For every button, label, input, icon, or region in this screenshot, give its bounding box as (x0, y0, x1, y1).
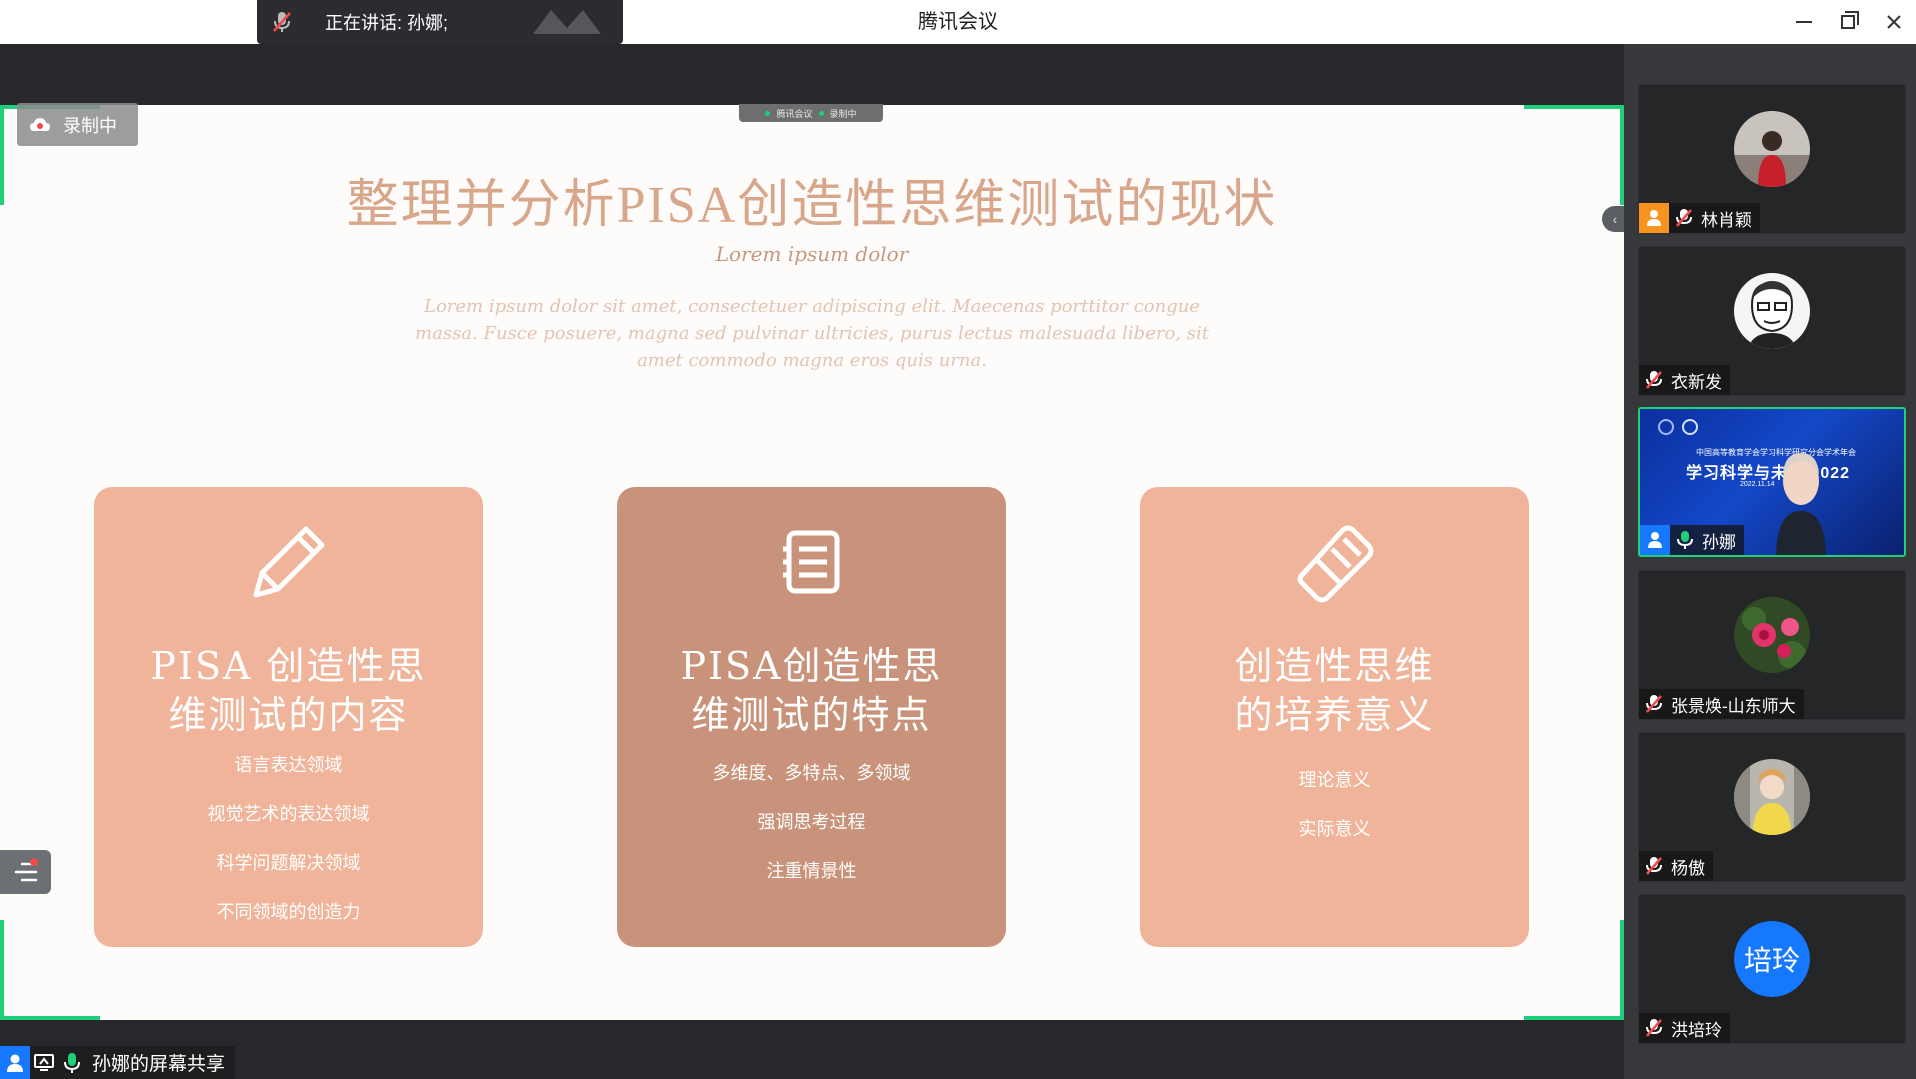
mic-active-icon (58, 1052, 86, 1074)
minimize-button[interactable] (1782, 0, 1826, 44)
meeting-window: 腾讯会议 正在讲话: 孙娜; 腾讯会议 录制中 录制中 整理并分析PISA创造性… (0, 0, 1916, 1079)
avatar (1734, 273, 1810, 349)
participant-namebar: 杨傲 (1639, 851, 1713, 881)
emblem-icon (1658, 419, 1674, 435)
card-item: 语言表达领域 (234, 755, 343, 776)
minimize-icon (1796, 21, 1812, 23)
close-button[interactable] (1872, 0, 1916, 44)
card-item: 理论意义 (1298, 770, 1371, 791)
eraser-icon (1290, 517, 1380, 607)
host-icon (1639, 203, 1669, 233)
status-dot-icon (765, 110, 771, 116)
status-dot-icon (818, 110, 824, 116)
participant-name: 杨傲 (1671, 858, 1705, 878)
slide-subtitle: Lorem ipsum dolor (715, 242, 909, 266)
mini-bar-rec: 录制中 (829, 108, 857, 119)
notification-dot (30, 858, 38, 866)
content-card: 创造性思维 的培养意义 理论意义 实际意义 (1140, 487, 1529, 947)
recording-badge[interactable]: 录制中 (17, 103, 138, 146)
speaker-video-person (1776, 453, 1826, 555)
participant-name: 林肖颖 (1701, 210, 1752, 230)
content-card: PISA创造性思 维测试的特点 多维度、多特点、多领域 强调思考过程 注重情景性 (617, 487, 1006, 947)
card-item-list: 理论意义 实际意义 (1160, 756, 1509, 854)
muted-mic-icon (257, 0, 307, 44)
card-title-line: 维测试的内容 (168, 693, 409, 737)
participant-tile-active-speaker[interactable]: 中国高等教育学会学习科学研究分会学术年会 学习科学与未来 2022 2022.1… (1638, 407, 1906, 557)
cloud-record-icon (17, 117, 63, 133)
card-item: 科学问题解决领域 (216, 853, 361, 874)
card-item: 注重情景性 (766, 861, 857, 882)
muted-mic-icon (1639, 856, 1669, 876)
card-item: 强调思考过程 (757, 812, 866, 833)
participant-namebar: 孙娜 (1640, 525, 1744, 555)
card-title: PISA创造性思 维测试的特点 (657, 642, 966, 740)
muted-mic-icon (1639, 1018, 1669, 1038)
participants-panel: 林肖颖 衣新发 中国高等教育学会学习科学研究分会学术年会 学习科学与未来 202… (1624, 44, 1916, 1079)
card-title: PISA 创造性思 维测试的内容 (134, 642, 443, 740)
participant-namebar: 林肖颖 (1639, 203, 1760, 233)
screen-share-label-bar: 孙娜的屏幕共享 (0, 1046, 236, 1079)
muted-mic-icon (1639, 694, 1669, 714)
card-title-line: 创造性思维 (1234, 644, 1435, 688)
speaking-label: 正在讲话: 孙娜; (325, 13, 449, 33)
card-title-line: PISA 创造性思 (150, 644, 427, 688)
tencent-meeting-logo-icon (533, 10, 601, 34)
user-icon (0, 1046, 30, 1079)
card-item: 实际意义 (1298, 819, 1371, 840)
toolbar-toggle-button[interactable] (0, 850, 51, 894)
card-item-list: 多维度、多特点、多领域 强调思考过程 注重情景性 (637, 749, 986, 896)
card-item: 视觉艺术的表达领域 (207, 804, 370, 825)
emblem-icon (1682, 419, 1698, 435)
participant-name: 张景焕-山东师大 (1671, 696, 1796, 716)
participant-tile[interactable]: 林肖颖 (1638, 84, 1906, 234)
avatar: 培玲 (1734, 921, 1810, 997)
shared-window-mini-bar: 腾讯会议 录制中 (739, 104, 883, 122)
participant-name: 孙娜 (1702, 532, 1736, 552)
close-icon (1887, 15, 1901, 29)
participant-namebar: 洪培玲 (1639, 1013, 1730, 1043)
document-list-icon (767, 517, 857, 607)
muted-mic-icon (1639, 370, 1669, 390)
mini-bar-app: 腾讯会议 (776, 108, 813, 119)
recording-label: 录制中 (63, 115, 117, 136)
participant-name: 洪培玲 (1671, 1020, 1722, 1040)
host-icon (1640, 525, 1670, 555)
restore-icon (1841, 11, 1859, 29)
pencil-icon (244, 517, 334, 607)
card-item: 多维度、多特点、多领域 (712, 763, 911, 784)
restore-button[interactable] (1826, 0, 1870, 44)
participant-name: 衣新发 (1671, 372, 1722, 392)
speaking-indicator: 正在讲话: 孙娜; (257, 0, 623, 44)
avatar (1734, 597, 1810, 673)
slide-title: 整理并分析PISA创造性思维测试的现状 (346, 177, 1278, 234)
share-frame-corner (0, 920, 100, 1020)
participant-namebar: 张景焕-山东师大 (1639, 689, 1804, 719)
card-item-list: 语言表达领域 视觉艺术的表达领域 科学问题解决领域 不同领域的创造力 (114, 741, 463, 937)
avatar-initials: 培玲 (1734, 921, 1810, 997)
avatar (1734, 111, 1810, 187)
muted-mic-icon (1669, 208, 1699, 228)
share-label: 孙娜的屏幕共享 (92, 1054, 226, 1075)
card-title-line: PISA创造性思 (680, 644, 943, 688)
participant-tile[interactable]: 培玲 洪培玲 (1638, 894, 1906, 1044)
participant-namebar: 衣新发 (1639, 365, 1730, 395)
avatar (1734, 759, 1810, 835)
chevron-left-icon: ‹ (1612, 211, 1618, 227)
mic-active-icon (1670, 530, 1700, 550)
participant-tile[interactable]: 杨傲 (1638, 732, 1906, 882)
content-card: PISA 创造性思 维测试的内容 语言表达领域 视觉艺术的表达领域 科学问题解决… (94, 487, 483, 947)
share-frame-corner (1524, 105, 1624, 205)
slide-body-text: Lorem ipsum dolor sit amet, consectetuer… (415, 296, 1209, 371)
screen-share-icon (30, 1053, 58, 1072)
card-item: 不同领域的创造力 (216, 902, 361, 923)
card-title-line: 的培养意义 (1234, 693, 1435, 737)
card-title: 创造性思维 的培养意义 (1180, 642, 1489, 740)
participant-tile[interactable]: 张景焕-山东师大 (1638, 570, 1906, 720)
share-frame-corner (1524, 920, 1624, 1020)
card-title-line: 维测试的特点 (691, 693, 932, 737)
participant-tile[interactable]: 衣新发 (1638, 246, 1906, 396)
